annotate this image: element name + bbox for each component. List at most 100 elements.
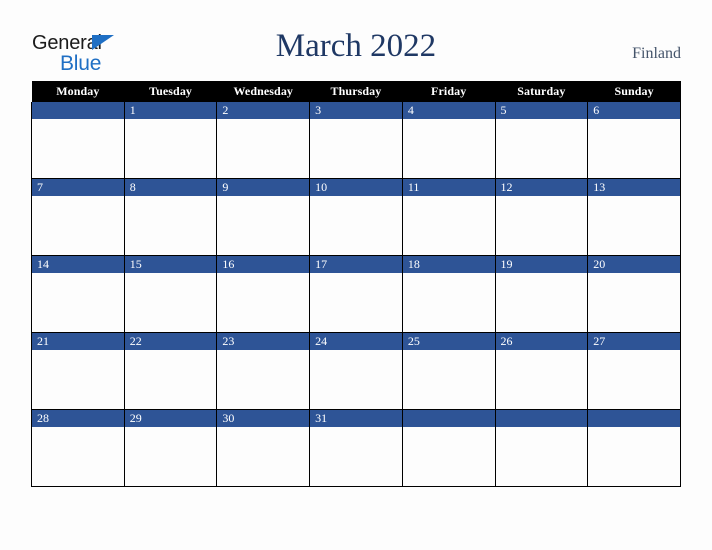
calendar-day-cell[interactable]: 1 (123, 102, 218, 179)
calendar-day-cell[interactable]: 4 (401, 102, 496, 179)
day-notes-area[interactable] (125, 119, 217, 178)
day-number: 14 (32, 256, 124, 273)
calendar-day-cell[interactable]: 6 (587, 102, 681, 179)
calendar-day-cell[interactable]: 5 (494, 102, 589, 179)
calendar-day-cell[interactable]: 30 (216, 409, 311, 487)
day-notes-area[interactable] (403, 273, 495, 332)
day-notes-area[interactable] (217, 350, 309, 409)
calendar-day-cell[interactable]: 3 (309, 102, 403, 179)
calendar-day-cell[interactable]: 20 (587, 255, 681, 333)
calendar-day-cell[interactable]: 16 (216, 255, 311, 333)
calendar-day-cell[interactable] (494, 409, 589, 487)
calendar-day-cell[interactable]: 21 (31, 332, 125, 410)
calendar-day-cell[interactable]: 7 (31, 178, 125, 256)
day-notes-area[interactable] (217, 196, 309, 255)
day-notes-area[interactable] (217, 427, 309, 486)
day-notes-area[interactable] (496, 119, 588, 178)
day-notes-area[interactable] (588, 119, 680, 178)
calendar-day-cell[interactable]: 23 (216, 332, 311, 410)
day-notes-area[interactable] (588, 196, 680, 255)
day-notes-area[interactable] (310, 196, 402, 255)
day-notes-area[interactable] (496, 273, 588, 332)
weekday-header-friday: Friday (402, 81, 496, 102)
day-notes-area[interactable] (496, 350, 588, 409)
calendar-day-cell[interactable]: 29 (123, 409, 218, 487)
calendar-day-cell[interactable]: 22 (123, 332, 218, 410)
page-title: March 2022 (275, 28, 437, 64)
day-notes-area[interactable] (310, 350, 402, 409)
day-number (588, 410, 680, 427)
calendar-day-cell[interactable] (587, 409, 681, 487)
day-notes-area[interactable] (588, 427, 680, 486)
day-notes-area[interactable] (32, 350, 124, 409)
logo-text-blue: Blue (60, 52, 102, 75)
day-notes-area[interactable] (125, 273, 217, 332)
day-number: 8 (124, 179, 217, 196)
day-notes-area[interactable] (588, 273, 680, 332)
day-notes-area[interactable] (496, 427, 588, 486)
day-number: 2 (217, 102, 310, 119)
calendar-day-cell[interactable]: 28 (31, 409, 125, 487)
day-notes-area[interactable] (125, 350, 217, 409)
day-number: 26 (495, 333, 588, 350)
calendar-day-cell[interactable]: 15 (123, 255, 218, 333)
day-number: 24 (310, 333, 402, 350)
day-notes-area[interactable] (403, 350, 495, 409)
day-notes-area[interactable] (32, 119, 124, 178)
day-number: 9 (217, 179, 310, 196)
triangle-icon (92, 35, 114, 50)
day-number: 4 (402, 102, 495, 119)
calendar-week-row: 21 22 23 24 25 26 27 (31, 332, 681, 410)
day-notes-area[interactable] (403, 196, 495, 255)
calendar-day-cell[interactable]: 19 (494, 255, 589, 333)
day-number: 1 (124, 102, 217, 119)
day-number: 21 (32, 333, 124, 350)
calendar-day-cell[interactable]: 2 (216, 102, 311, 179)
calendar-day-cell[interactable] (31, 102, 125, 179)
weekday-header-thursday: Thursday (309, 81, 403, 102)
weekday-header-row: Monday Tuesday Wednesday Thursday Friday… (31, 81, 681, 102)
calendar-week-row: 7 8 9 10 11 12 13 (31, 178, 681, 256)
calendar-day-cell[interactable]: 18 (401, 255, 496, 333)
calendar-day-cell[interactable]: 31 (309, 409, 403, 487)
day-number: 15 (124, 256, 217, 273)
calendar-day-cell[interactable]: 24 (309, 332, 403, 410)
day-number: 16 (217, 256, 310, 273)
calendar-day-cell[interactable]: 8 (123, 178, 218, 256)
day-notes-area[interactable] (125, 196, 217, 255)
calendar-day-cell[interactable]: 17 (309, 255, 403, 333)
day-notes-area[interactable] (217, 119, 309, 178)
day-notes-area[interactable] (125, 427, 217, 486)
day-number: 31 (310, 410, 402, 427)
calendar-day-cell[interactable]: 27 (587, 332, 681, 410)
weekday-header-sunday: Sunday (587, 81, 681, 102)
day-notes-area[interactable] (403, 427, 495, 486)
calendar-day-cell[interactable]: 13 (587, 178, 681, 256)
calendar-day-cell[interactable]: 26 (494, 332, 589, 410)
day-notes-area[interactable] (588, 350, 680, 409)
day-notes-area[interactable] (217, 273, 309, 332)
calendar-header-row: Monday Tuesday Wednesday Thursday Friday… (31, 81, 681, 102)
day-notes-area[interactable] (310, 119, 402, 178)
day-number: 3 (310, 102, 402, 119)
calendar-day-cell[interactable]: 10 (309, 178, 403, 256)
day-notes-area[interactable] (403, 119, 495, 178)
day-notes-area[interactable] (32, 427, 124, 486)
calendar-day-cell[interactable]: 14 (31, 255, 125, 333)
day-notes-area[interactable] (310, 427, 402, 486)
page-header: General Blue March 2022 Finland (0, 0, 712, 81)
day-notes-area[interactable] (32, 196, 124, 255)
calendar-day-cell[interactable] (401, 409, 496, 487)
calendar-day-cell[interactable]: 12 (494, 178, 589, 256)
calendar-day-cell[interactable]: 11 (401, 178, 496, 256)
calendar-day-cell[interactable]: 9 (216, 178, 311, 256)
day-notes-area[interactable] (310, 273, 402, 332)
calendar-day-cell[interactable]: 25 (401, 332, 496, 410)
day-number: 28 (32, 410, 124, 427)
day-number (495, 410, 588, 427)
day-number: 29 (124, 410, 217, 427)
day-number: 7 (32, 179, 124, 196)
day-notes-area[interactable] (32, 273, 124, 332)
day-notes-area[interactable] (496, 196, 588, 255)
generalblue-logo[interactable]: General Blue (32, 32, 142, 76)
